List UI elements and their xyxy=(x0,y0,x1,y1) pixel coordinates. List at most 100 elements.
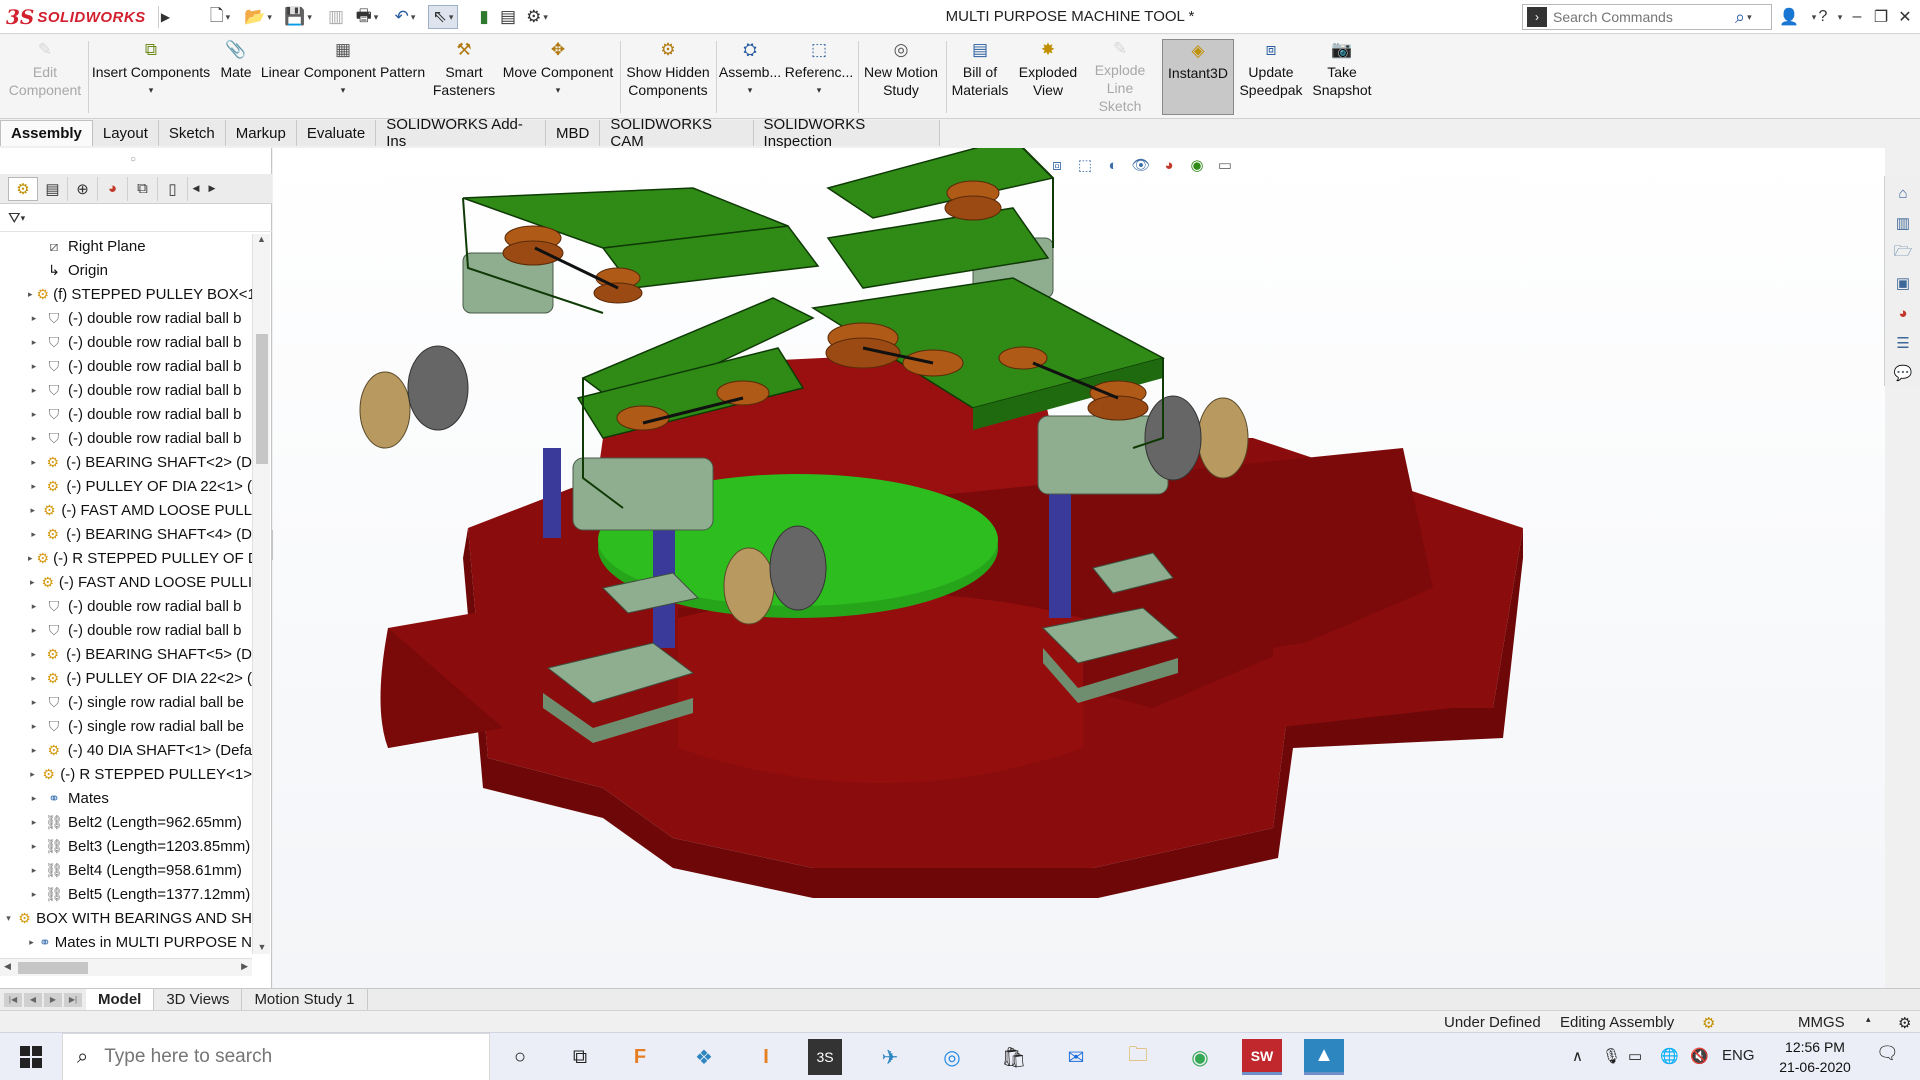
assembly-features-button[interactable]: ⛭ Assemb... ▾ xyxy=(718,39,782,115)
filter-dropdown-icon[interactable]: ▾ xyxy=(21,213,26,224)
tree-expand-icon[interactable]: ▸ xyxy=(28,889,40,900)
tabs-scroll-right-icon[interactable]: ▶ xyxy=(204,177,220,201)
panel-splitter-handle[interactable]: ○ xyxy=(130,154,136,165)
tree-expand-icon[interactable]: ▸ xyxy=(28,769,37,780)
tree-expand-icon[interactable]: ▸ xyxy=(28,649,39,660)
tree-item[interactable]: ▸ ⛉ (-) single row radial ball be xyxy=(0,714,252,738)
tree-item[interactable]: ▸ ⛉ (-) single row radial ball be xyxy=(0,690,252,714)
tree-expand-icon[interactable]: ▸ xyxy=(28,505,38,516)
units-dropdown-icon[interactable]: ▴ xyxy=(1866,1014,1871,1025)
3dexperience-icon[interactable]: 3S xyxy=(808,1039,842,1075)
tree-item[interactable]: ▸ ⛉ (-) double row radial ball b xyxy=(0,426,252,450)
network-globe-icon[interactable]: 🌐 xyxy=(1660,1047,1679,1065)
tab-assembly[interactable]: Assembly xyxy=(0,120,93,146)
battery-icon[interactable]: ▭ xyxy=(1628,1047,1642,1065)
tree-item[interactable]: ▸ ⛉ (-) double row radial ball b xyxy=(0,402,252,426)
smart-fasteners-button[interactable]: ⚒ Smart Fasteners xyxy=(428,39,500,115)
tree-expand-icon[interactable]: ▸ xyxy=(28,865,40,876)
dimxpert-manager-icon[interactable]: ⧉ xyxy=(128,176,158,201)
undo-icon[interactable]: ↶ ▾ xyxy=(390,5,420,29)
photos-taskbar-icon[interactable]: ▲ xyxy=(1304,1039,1344,1075)
tree-item[interactable]: ▸ ⛉ (-) double row radial ball b xyxy=(0,618,252,642)
file-explorer-taskbar-icon[interactable]: 🗀 xyxy=(1118,1039,1158,1075)
last-tab-icon[interactable]: ▶| xyxy=(64,992,82,1007)
tree-expand-icon[interactable]: ▾ xyxy=(4,913,13,924)
taskbar-search-box[interactable]: ⌕ xyxy=(62,1033,490,1080)
solidworks-logo[interactable]: 3S SOLIDWORKS xyxy=(6,4,156,30)
chrome-icon[interactable]: ◉ xyxy=(1180,1039,1220,1075)
tree-item[interactable]: ▸ ⚙ (-) BEARING SHAFT<2> (D xyxy=(0,450,252,474)
tree-item[interactable]: ▸ ⚙ (-) FAST AND LOOSE PULLI xyxy=(0,570,252,594)
tree-expand-icon[interactable]: ▸ xyxy=(28,433,40,444)
mail-icon[interactable]: ✉ xyxy=(1056,1039,1096,1075)
tree-expand-icon[interactable]: ▸ xyxy=(28,793,40,804)
search-commands-box[interactable]: › ⌕ ▾ xyxy=(1522,4,1772,30)
filter-funnel-icon[interactable]: ⛛ xyxy=(8,210,21,227)
assembly-features-dropdown-icon[interactable]: ▾ xyxy=(748,81,753,99)
tab-evaluate[interactable]: Evaluate xyxy=(296,120,377,146)
tab-sketch[interactable]: Sketch xyxy=(158,120,226,146)
property-manager-icon[interactable]: ▤ xyxy=(38,176,68,201)
tree-expand-icon[interactable]: ▸ xyxy=(28,721,40,732)
tree-expand-icon[interactable]: ▸ xyxy=(28,817,40,828)
tree-expand-icon[interactable]: ▸ xyxy=(28,457,39,468)
tab-motion-study-1[interactable]: Motion Study 1 xyxy=(242,988,368,1011)
explode-line-sketch-button[interactable]: ✎ Explode Line Sketch xyxy=(1084,39,1156,115)
custom-properties-icon[interactable]: ☰ xyxy=(1888,330,1918,356)
menu-expand-arrow-icon[interactable]: ▶ xyxy=(158,6,172,28)
tree-item[interactable]: ▸ ⚭ Mates xyxy=(0,786,252,810)
appearances-icon[interactable]: ◕ xyxy=(1888,300,1918,326)
cam-manager-icon[interactable]: ▯ xyxy=(158,176,188,201)
tree-item[interactable]: ▸ ⚙ (-) BEARING SHAFT<4> (D xyxy=(0,522,252,546)
tree-item[interactable]: ▸ ⛓ Belt4 (Length=958.61mm) xyxy=(0,858,252,882)
tree-expand-icon[interactable]: ▸ xyxy=(28,409,40,420)
tree-item[interactable]: ▸ ⚙ (-) PULLEY OF DIA 22<2> ( xyxy=(0,666,252,690)
instant3d-button[interactable]: ◈ Instant3D xyxy=(1162,39,1234,115)
move-component-button[interactable]: ✥ Move Component ▾ xyxy=(500,39,616,115)
tree-item[interactable]: ▸ ⛉ (-) double row radial ball b xyxy=(0,306,252,330)
system-clock[interactable]: 12:56 PM 21-06-2020 xyxy=(1770,1037,1860,1077)
rebuild-icon[interactable]: ▮ xyxy=(474,5,494,29)
tree-expand-icon[interactable]: ▸ xyxy=(28,673,39,684)
tree-item[interactable]: ▸ ⚙ (-) R STEPPED PULLEY<1> xyxy=(0,762,252,786)
tree-expand-icon[interactable]: ▸ xyxy=(28,553,33,564)
paper-plane-icon[interactable]: ✈ xyxy=(870,1039,910,1075)
take-snapshot-button[interactable]: 📷 Take Snapshot xyxy=(1308,39,1376,115)
tree-item[interactable]: ▸ ⚙ (-) R STEPPED PULLEY OF D xyxy=(0,546,252,570)
photo-app-icon[interactable]: ❖ xyxy=(684,1039,724,1075)
tree-expand-icon[interactable]: ▸ xyxy=(28,337,40,348)
tree-expand-icon[interactable]: ▸ xyxy=(28,601,40,612)
file-explorer-icon[interactable]: 🗁 xyxy=(1888,240,1918,266)
tree-item[interactable]: ▸ ⚙ (-) FAST AMD LOOSE PULL xyxy=(0,498,252,522)
tree-item[interactable]: ▸ ⚙ (f) STEPPED PULLEY BOX<1 xyxy=(0,282,252,306)
tab-solidworks-cam[interactable]: SOLIDWORKS CAM xyxy=(600,116,754,150)
tab-markup[interactable]: Markup xyxy=(225,120,297,146)
linear-component-pattern-button[interactable]: ▦ Linear Component Pattern ▾ xyxy=(260,39,426,115)
tab-model[interactable]: Model xyxy=(86,988,155,1011)
rebuild-status-icon[interactable]: ⚙ xyxy=(1702,1014,1715,1032)
new-motion-study-button[interactable]: ◎ New Motion Study xyxy=(860,39,942,115)
minimize-icon[interactable]: – xyxy=(1844,5,1870,29)
tree-item[interactable]: ▸ ⛉ (-) double row radial ball b xyxy=(0,378,252,402)
tree-expand-icon[interactable]: ▸ xyxy=(28,481,39,492)
tree-item[interactable]: ▸ ⚭ Mates in MULTI PURPOSE N xyxy=(0,930,252,954)
prev-tab-icon[interactable]: ◀ xyxy=(24,992,42,1007)
tab-solidworks-add-ins[interactable]: SOLIDWORKS Add-Ins xyxy=(376,116,547,150)
foxit-reader-icon[interactable]: F xyxy=(620,1039,660,1075)
show-hidden-components-button[interactable]: ⚙ Show Hidden Components xyxy=(622,39,714,115)
tab-layout[interactable]: Layout xyxy=(92,120,159,146)
machine-tool-3d-model[interactable] xyxy=(273,148,1885,988)
tree-expand-icon[interactable]: ▸ xyxy=(28,841,40,852)
scroll-down-icon[interactable]: ▼ xyxy=(253,942,271,952)
new-document-icon[interactable]: 🗋 ▾ xyxy=(205,5,235,29)
first-tab-icon[interactable]: |◀ xyxy=(4,992,22,1007)
tree-expand-icon[interactable]: ▸ xyxy=(28,625,40,636)
reference-geometry-dropdown-icon[interactable]: ▾ xyxy=(817,81,822,99)
insert-components-dropdown-icon[interactable]: ▾ xyxy=(149,81,154,99)
tree-expand-icon[interactable]: ▸ xyxy=(28,385,40,396)
scroll-up-icon[interactable]: ▲ xyxy=(253,234,270,244)
task-view-icon[interactable]: ⧉ xyxy=(560,1039,600,1075)
configuration-manager-icon[interactable]: ⊕ xyxy=(68,176,98,201)
tree-item[interactable]: ▸ ⛓ Belt2 (Length=962.65mm) xyxy=(0,810,252,834)
start-button[interactable] xyxy=(0,1033,62,1080)
